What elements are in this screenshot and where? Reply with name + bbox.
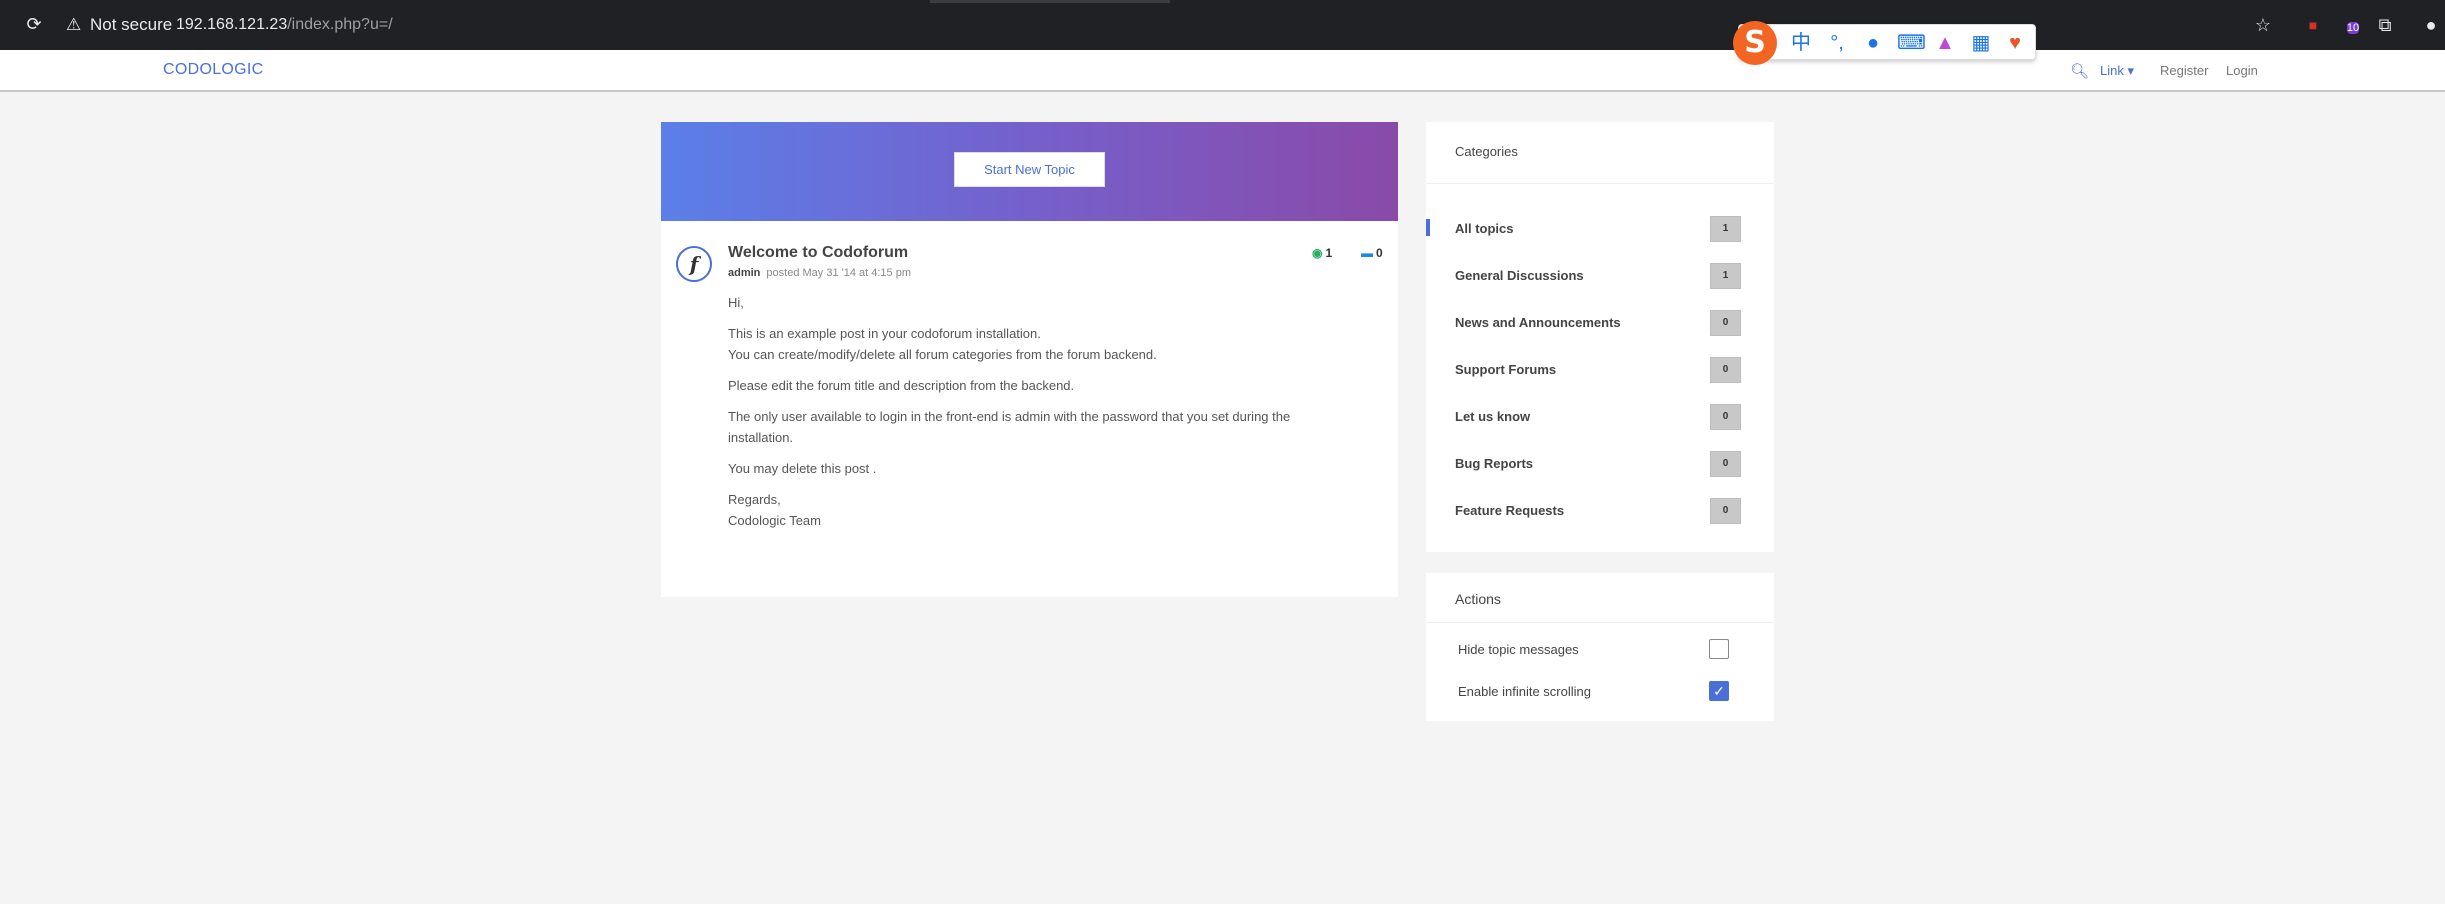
category-general-discussions[interactable]: General Discussions 1	[1426, 263, 1774, 293]
active-indicator	[1426, 219, 1430, 236]
hero-banner: Start New Topic	[661, 122, 1398, 221]
sogou-logo-icon[interactable]: S	[1733, 21, 1777, 65]
security-label[interactable]: Not secure	[90, 14, 172, 36]
category-count: 0	[1710, 404, 1741, 430]
category-name: News and Announcements	[1455, 315, 1621, 330]
start-new-topic-button[interactable]: Start New Topic	[954, 152, 1105, 187]
category-name: Feature Requests	[1455, 503, 1565, 518]
actions-panel: Actions Hide topic messages Enable infin…	[1426, 573, 1774, 721]
skin-shirt-icon[interactable]: ▲	[1933, 31, 1957, 55]
address-bar[interactable]: 192.168.121.23/index.php?u=/	[176, 14, 393, 36]
reload-icon[interactable]: ⟳	[24, 14, 44, 34]
keyboard-icon[interactable]: ⌨	[1897, 31, 1926, 55]
browser-toolbar: ⟳ ⚠ Not secure 192.168.121.23/index.php?…	[0, 0, 2445, 50]
topic-author[interactable]: admin	[728, 267, 760, 279]
category-feature-requests[interactable]: Feature Requests 0	[1426, 498, 1774, 528]
tab-strip-edge	[930, 0, 1170, 3]
extension-icon[interactable]: ■	[2302, 14, 2324, 36]
extensions-puzzle-icon[interactable]: ⧉	[2374, 14, 2396, 36]
hide-topic-messages-checkbox[interactable]	[1709, 639, 1729, 659]
body-line-2: You can create/modify/delete all forum c…	[728, 347, 1157, 362]
extension-badge-icon[interactable]: 10	[2342, 14, 2364, 36]
hide-topic-messages-row: Hide topic messages	[1426, 637, 1774, 663]
hide-topic-messages-label: Hide topic messages	[1458, 642, 1579, 657]
category-news-and-announcements[interactable]: News and Announcements 0	[1426, 310, 1774, 340]
chinese-mode-icon[interactable]: 中	[1789, 31, 1813, 55]
infinite-scrolling-checkbox[interactable]: ✓	[1709, 681, 1729, 701]
categories-heading: Categories	[1455, 144, 1518, 159]
actions-heading: Actions	[1455, 591, 1501, 607]
punctuation-icon[interactable]: °,	[1825, 31, 1849, 55]
search-icon[interactable]: 🔍︎	[2070, 62, 2089, 80]
brand-logo[interactable]: CODOLOGIC	[163, 61, 264, 79]
warning-icon[interactable]: ⚠	[66, 15, 81, 35]
category-count: 1	[1710, 263, 1741, 289]
category-count: 0	[1710, 310, 1741, 336]
category-let-us-know[interactable]: Let us know 0	[1426, 404, 1774, 434]
body-paragraph: This is an example post in your codoforu…	[728, 323, 1328, 365]
actions-header: Actions	[1426, 573, 1774, 623]
link-dropdown-label: Link	[2100, 63, 2124, 78]
body-greeting: Hi,	[728, 295, 744, 310]
infinite-scrolling-row: Enable infinite scrolling ✓	[1426, 679, 1774, 705]
replies-count: 0	[1376, 246, 1383, 260]
categories-header: Categories	[1426, 122, 1774, 184]
body-signoff: Regards, Codologic Team	[728, 489, 1328, 531]
category-support-forums[interactable]: Support Forums 0	[1426, 357, 1774, 387]
body-line-1: This is an example post in your codoforu…	[728, 326, 1041, 341]
avatar[interactable]: f	[676, 246, 712, 282]
microphone-icon[interactable]: ●	[1861, 31, 1885, 55]
topic-card: Start New Topic f Welcome to Codoforum a…	[661, 122, 1398, 597]
category-count: 1	[1710, 216, 1741, 242]
ime-toolbar: S 中 °, ● ⌨ ▲ ▦ ♥	[1733, 21, 2036, 65]
body-signature: Codologic Team	[728, 513, 821, 528]
body-line-3: Please edit the forum title and descript…	[728, 378, 1075, 393]
infinite-scrolling-label: Enable infinite scrolling	[1458, 684, 1591, 699]
views-count: 1	[1325, 246, 1333, 260]
body-line-4: The only user available to login in the …	[728, 409, 1291, 445]
topic-body: Hi, This is an example post in your codo…	[728, 292, 1328, 541]
extension-badge: 10	[2346, 22, 2360, 34]
caret-down-icon: ▾	[2123, 63, 2134, 78]
category-bug-reports[interactable]: Bug Reports 0	[1426, 451, 1774, 481]
body-regards: Regards,	[728, 492, 781, 507]
category-all-topics[interactable]: All topics 1	[1426, 216, 1774, 246]
login-link[interactable]: Login	[2226, 63, 2258, 78]
category-name: Support Forums	[1455, 362, 1557, 377]
body-line-5: You may delete this post .	[728, 461, 877, 476]
category-name: All topics	[1455, 221, 1514, 236]
category-name: General Discussions	[1455, 268, 1584, 283]
category-count: 0	[1710, 357, 1741, 383]
views-stat: ◉ 1	[1312, 246, 1332, 260]
category-count: 0	[1710, 498, 1741, 524]
register-link[interactable]: Register	[2160, 63, 2208, 78]
category-name: Bug Reports	[1455, 456, 1533, 471]
link-dropdown[interactable]: Link ▾	[2100, 63, 2134, 79]
category-name: Let us know	[1455, 409, 1531, 424]
site-navbar: CODOLOGIC 🔍︎ Link ▾ Register Login	[0, 50, 2445, 92]
categories-panel: Categories All topics 1 General Discussi…	[1426, 122, 1774, 552]
url-path: /index.php?u=/	[287, 16, 393, 33]
category-count: 0	[1710, 451, 1741, 477]
topic-title[interactable]: Welcome to Codoforum	[728, 244, 908, 262]
topic-meta: admin posted May 31 '14 at 4:15 pm	[728, 267, 911, 279]
replies-stat: ▬ 0	[1361, 246, 1383, 260]
eye-icon: ◉	[1312, 246, 1323, 260]
apps-grid-icon[interactable]: ▦	[1969, 31, 1993, 55]
topic-posted-date: posted May 31 '14 at 4:15 pm	[766, 267, 911, 279]
profile-icon[interactable]: ●	[2420, 14, 2442, 36]
mascot-icon[interactable]: ♥	[2003, 31, 2027, 55]
comment-icon: ▬	[1361, 246, 1373, 260]
url-host: 192.168.121.23	[176, 16, 288, 33]
bookmark-star-icon[interactable]: ☆	[2252, 14, 2274, 36]
